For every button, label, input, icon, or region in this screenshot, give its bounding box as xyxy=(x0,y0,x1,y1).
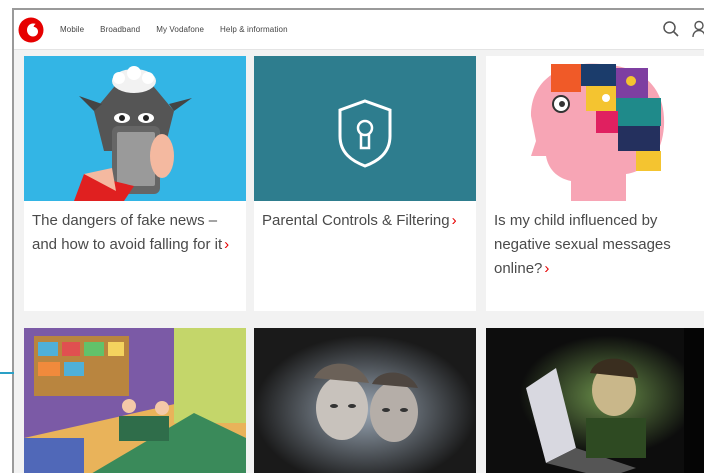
chevron-right-icon: › xyxy=(224,236,230,253)
chevron-right-icon: › xyxy=(451,212,457,229)
article-card-children-screen[interactable] xyxy=(254,328,476,473)
card-illustration-family-room xyxy=(24,328,246,473)
article-card-child-laptop[interactable] xyxy=(486,328,704,473)
article-card-family-illustration[interactable] xyxy=(24,328,246,473)
decorative-callout-line xyxy=(0,372,14,374)
card-title[interactable]: The dangers of fake news – and how to av… xyxy=(24,201,246,311)
vodafone-logo[interactable] xyxy=(18,17,44,43)
nav-mobile[interactable]: Mobile xyxy=(60,25,84,34)
account-icon[interactable] xyxy=(692,20,704,38)
article-card-sexual-messages[interactable]: Is my child influenced by negative sexua… xyxy=(486,56,704,311)
shield-icon xyxy=(338,99,392,168)
search-icon[interactable] xyxy=(662,20,680,38)
card-photo-child-laptop xyxy=(486,328,704,473)
card-photo-children-screen xyxy=(254,328,476,473)
main-nav: Mobile Broadband My Vodafone Help & info… xyxy=(60,25,304,34)
card-illustration-shield xyxy=(254,56,476,201)
chevron-right-icon: › xyxy=(544,260,550,277)
nav-my-vodafone[interactable]: My Vodafone xyxy=(156,25,204,34)
card-illustration-head xyxy=(486,56,704,201)
card-title[interactable]: Is my child influenced by negative sexua… xyxy=(486,201,704,311)
article-card-fake-news[interactable]: The dangers of fake news – and how to av… xyxy=(24,56,246,311)
browser-page: Mobile Broadband My Vodafone Help & info… xyxy=(12,8,704,473)
nav-broadband[interactable]: Broadband xyxy=(100,25,140,34)
article-card-parental-controls[interactable]: Parental Controls & Filtering › xyxy=(254,56,476,311)
header-icons xyxy=(662,20,704,38)
card-title[interactable]: Parental Controls & Filtering › xyxy=(254,201,476,311)
card-illustration-wolf xyxy=(24,56,246,201)
nav-help-information[interactable]: Help & information xyxy=(220,25,288,34)
site-header: Mobile Broadband My Vodafone Help & info… xyxy=(14,10,704,50)
